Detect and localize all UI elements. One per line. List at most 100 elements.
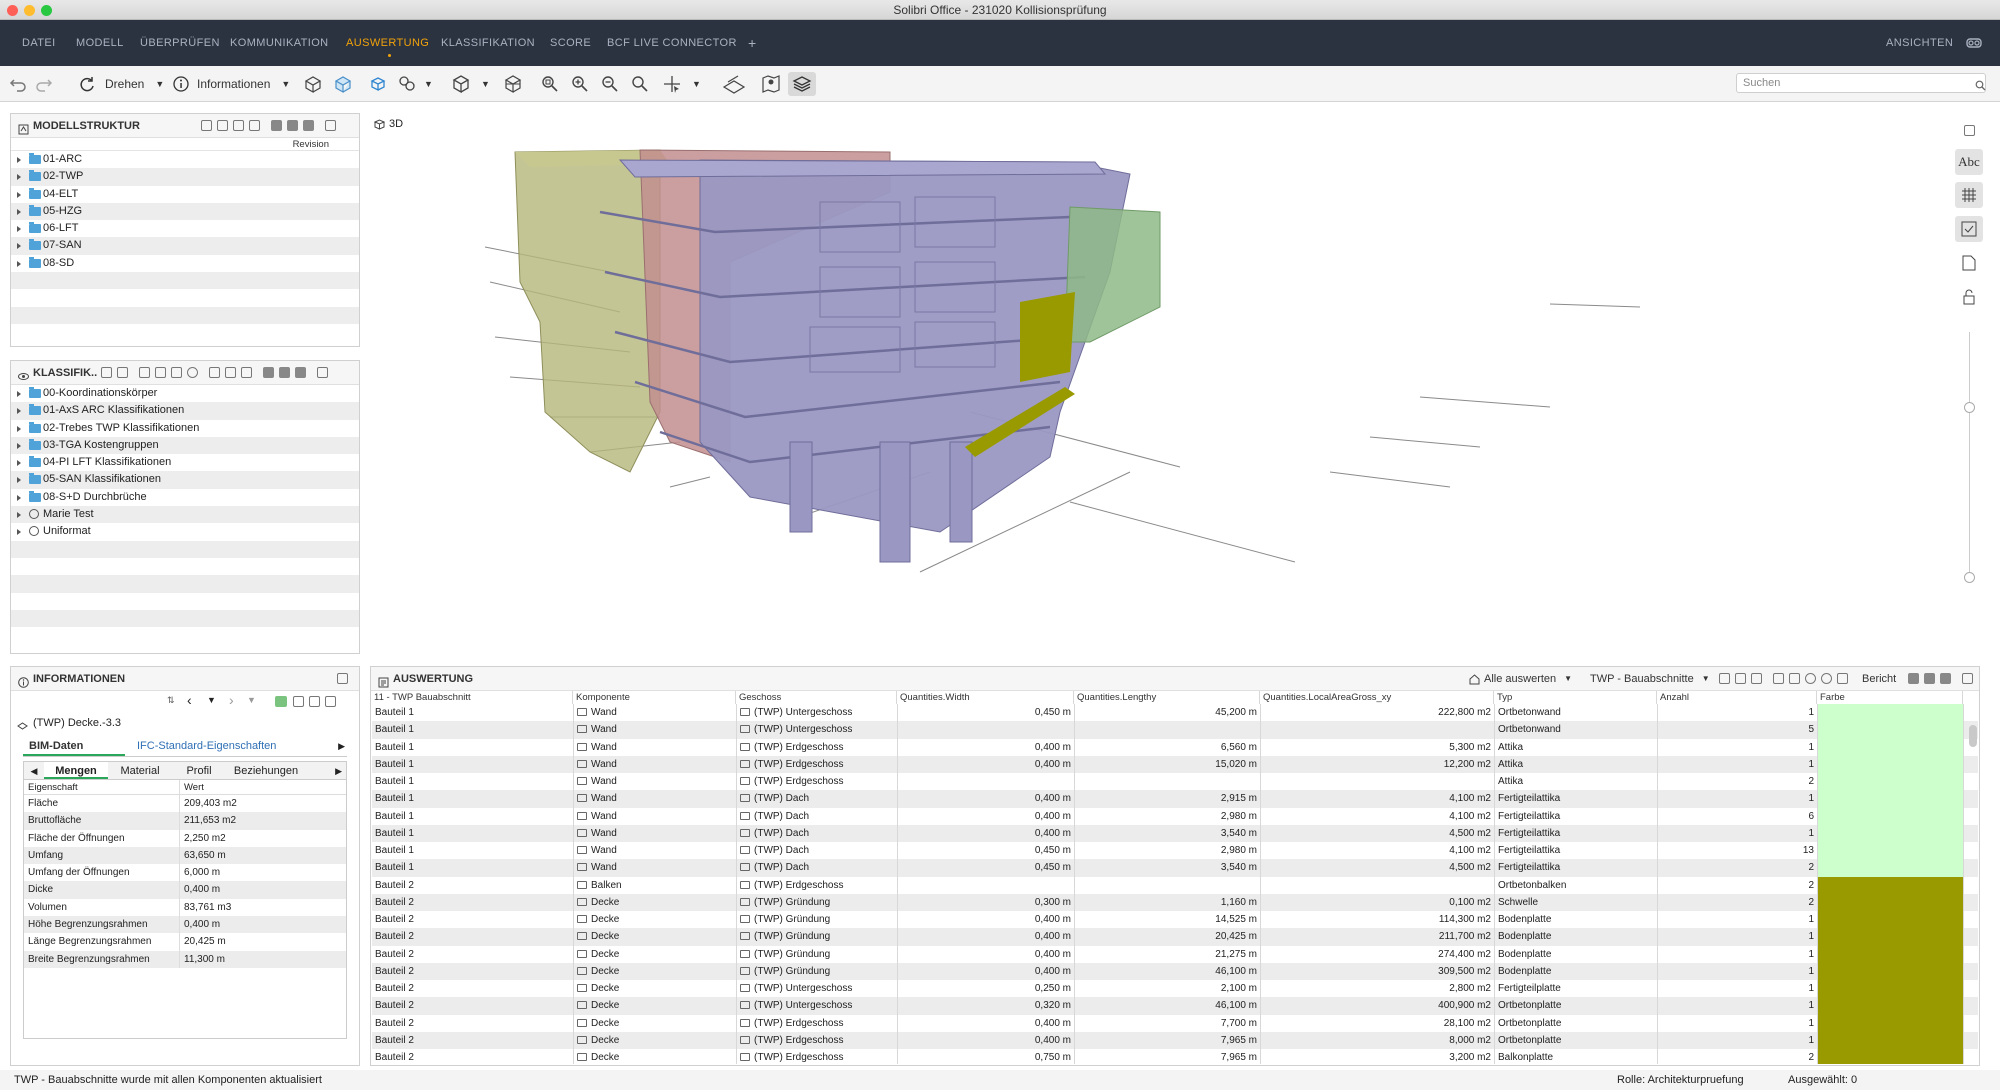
filter-icon[interactable] (396, 72, 418, 96)
color-swatch[interactable] (1818, 962, 1964, 980)
column-header[interactable]: Typ (1494, 691, 1657, 704)
filter-tree-icon[interactable] (249, 120, 260, 131)
zoom-fit-icon[interactable] (540, 72, 560, 96)
information-dropdown[interactable]: Informationen ▼ (172, 72, 290, 96)
table-row[interactable]: Bauteil 2 Decke (TWP) Erdgeschoss 0,400 m 7,… (372, 1031, 1978, 1049)
evaluate-all-dropdown[interactable]: Alle auswerten ▼ (1469, 667, 1572, 691)
lock-icon[interactable] (1940, 673, 1951, 684)
table-row[interactable]: Bauteil 1 Wand (TWP) Untergeschoss 0,450 m 4… (372, 704, 1978, 722)
chevron-down-icon[interactable]: ▼ (481, 72, 490, 96)
zoom-out-icon[interactable] (600, 72, 620, 96)
settings-icon[interactable] (225, 367, 236, 378)
tree-item-durchbrueche[interactable]: 08-S+D Durchbrüche (11, 489, 359, 506)
table-scrollbar-thumb[interactable] (1969, 725, 1977, 747)
lock-icon[interactable] (1908, 673, 1919, 684)
sync-selection-icon[interactable] (275, 696, 287, 707)
tab-bim-daten[interactable]: BIM-Daten (23, 737, 125, 756)
expand-icon[interactable] (17, 494, 21, 501)
table-row[interactable]: Bauteil 2 Decke (TWP) Gründung 0,400 m 14,52… (372, 911, 1978, 929)
color-swatch[interactable] (1818, 945, 1964, 963)
table-row[interactable]: Bauteil 1 Wand (TWP) Dach 0,450 m 3,540 m 4,5… (372, 859, 1978, 877)
tree-item-san-klassifikationen[interactable]: 05-SAN Klassifikationen (11, 471, 359, 489)
visibility-icon[interactable] (209, 367, 220, 378)
isolate-components-icon[interactable] (332, 72, 354, 96)
tree-view-icon[interactable] (217, 120, 228, 131)
color-swatch[interactable] (1818, 755, 1964, 773)
menu-ansichten[interactable]: ANSICHTEN (1886, 20, 1953, 66)
zoom-slider-thumb[interactable] (1964, 572, 1975, 583)
property-row[interactable]: Umfang der Öffnungen 6,000 m (24, 864, 346, 882)
color-swatch[interactable] (1818, 911, 1964, 929)
import-icon[interactable] (1789, 673, 1800, 684)
search-icon[interactable] (1975, 78, 1986, 96)
property-row[interactable]: Länge Begrenzungsrahmen 20,425 m (24, 933, 346, 951)
tree-item-lft-klassifikationen[interactable]: 04-PI LFT Klassifikationen (11, 454, 359, 471)
zoom-in-icon[interactable] (570, 72, 590, 96)
sort-icon[interactable]: ⇅ (167, 695, 175, 706)
tab-ifc-standard-eigenschaften[interactable]: IFC-Standard-Eigenschaften (125, 737, 288, 756)
redo-icon[interactable] (34, 72, 54, 96)
color-swatch[interactable] (1818, 773, 1964, 791)
chevron-down-icon[interactable]: ▼ (692, 72, 701, 96)
expand-icon[interactable] (17, 174, 21, 181)
tree-item-07-san[interactable]: 07-SAN (11, 237, 359, 255)
color-swatch[interactable] (1818, 876, 1964, 894)
table-row[interactable]: Bauteil 1 Wand (TWP) Untergeschoss Ortbeton… (372, 721, 1978, 739)
subtab-material[interactable]: Material (108, 762, 172, 779)
close-window-button[interactable] (7, 5, 18, 16)
column-header[interactable]: Anzahl (1657, 691, 1817, 704)
tree-item-04-elt[interactable]: 04-ELT (11, 186, 359, 203)
map-icon[interactable] (760, 72, 782, 96)
menu-modell[interactable]: MODELL (76, 20, 124, 66)
column-header[interactable]: Quantities.Width (897, 691, 1074, 704)
open-folder-icon[interactable] (171, 367, 182, 378)
forward-icon[interactable]: › (229, 692, 234, 708)
lock-icon[interactable] (309, 696, 320, 707)
expand-icon[interactable] (17, 460, 21, 467)
column-header[interactable]: Farbe (1817, 691, 1963, 704)
color-swatch[interactable] (1818, 928, 1964, 946)
grid-icon[interactable] (1955, 182, 1983, 208)
report-icon[interactable] (1837, 673, 1848, 684)
undo-icon[interactable] (8, 72, 28, 96)
lock-icon[interactable] (287, 120, 298, 131)
menu-ueberpruefen[interactable]: ÜBERPRÜFEN (140, 20, 220, 66)
table-row[interactable]: Bauteil 2 Decke (TWP) Gründung 0,400 m 21,27… (372, 945, 1978, 963)
tree-item-02-twp[interactable]: 02-TWP (11, 168, 359, 186)
views-icon[interactable] (1965, 20, 1983, 66)
tree-view-icon[interactable] (117, 367, 128, 378)
color-swatch[interactable] (1818, 842, 1964, 860)
document-icon[interactable] (1955, 250, 1983, 276)
copy-icon[interactable] (155, 367, 166, 378)
expand-icon[interactable] (17, 226, 21, 233)
table-row[interactable]: Bauteil 2 Decke (TWP) Gründung 0,300 m 1,160… (372, 893, 1978, 911)
remove-icon[interactable] (1805, 673, 1816, 684)
menu-datei[interactable]: DATEI (22, 20, 56, 66)
select-tool-icon[interactable] (662, 72, 682, 96)
table-row[interactable]: Bauteil 1 Wand (TWP) Erdgeschoss Attika 2 (372, 773, 1978, 791)
settings-icon[interactable] (1821, 673, 1832, 684)
chevron-down-icon[interactable]: ▼ (424, 72, 433, 96)
property-row[interactable]: Breite Begrenzungsrahmen 11,300 m (24, 950, 346, 968)
property-row[interactable]: Bruttofläche 211,653 m2 (24, 812, 346, 830)
section-box-icon[interactable] (502, 72, 524, 96)
slice-plane-icon[interactable] (722, 72, 746, 96)
panel-toggle-icon[interactable] (317, 367, 328, 378)
back-icon[interactable]: ‹ (187, 692, 192, 708)
color-swatch[interactable] (1818, 704, 1964, 722)
panel-toggle-icon[interactable] (1962, 673, 1973, 684)
property-row[interactable]: Fläche 209,403 m2 (24, 795, 346, 813)
tree-item-uniformat[interactable]: Uniformat (11, 523, 359, 540)
property-row[interactable]: Dicke 0,400 m (24, 881, 346, 899)
layers-icon[interactable] (788, 72, 816, 96)
color-swatch[interactable] (1818, 1031, 1964, 1049)
select-model-icon[interactable] (368, 72, 388, 96)
new-document-icon[interactable] (1719, 673, 1730, 684)
panel-toggle-icon[interactable] (337, 673, 348, 684)
color-swatch[interactable] (1818, 980, 1964, 998)
menu-klassifikation[interactable]: KLASSIFIKATION (441, 20, 535, 66)
lock-icon[interactable] (325, 696, 336, 707)
tab-scroll-right-icon[interactable]: ▶ (338, 737, 345, 755)
unlock-icon[interactable] (1955, 284, 1983, 310)
tree-item-twp-klassifikationen[interactable]: 02-Trebes TWP Klassifikationen (11, 420, 359, 437)
